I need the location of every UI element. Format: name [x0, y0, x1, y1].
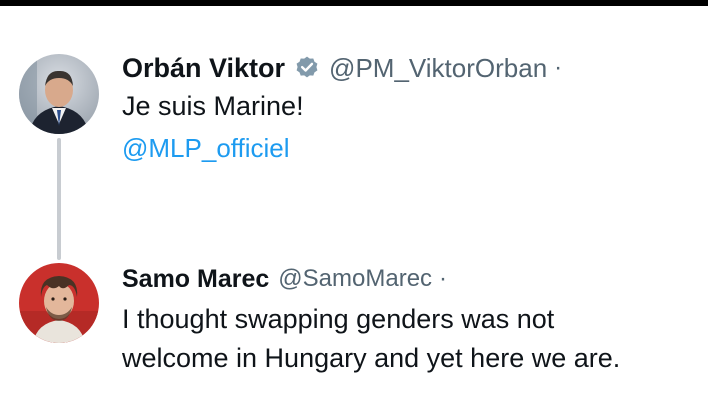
screenshot-frame: Orbán Viktor @PM_ViktorOrban · Je suis M…: [0, 0, 708, 416]
avatar-image: [19, 54, 99, 134]
avatar-samo-marec[interactable]: [19, 263, 99, 343]
display-name[interactable]: Samo Marec: [122, 265, 269, 294]
mention-link[interactable]: @MLP_officiel: [122, 133, 290, 164]
top-border: [0, 0, 708, 6]
tweet-2-text: I thought swapping genders was not welco…: [122, 300, 620, 378]
user-handle[interactable]: @SamoMarec: [278, 265, 432, 293]
tweet-2-header: Samo Marec @SamoMarec ·: [122, 262, 447, 296]
avatar-image: [19, 263, 99, 343]
tweet-2-text-line-1: I thought swapping genders was not: [122, 304, 555, 334]
separator-dot: ·: [439, 265, 448, 292]
display-name[interactable]: Orbán Viktor: [122, 53, 285, 84]
separator-dot: ·: [554, 54, 563, 81]
tweet-1-text: Je suis Marine!: [122, 91, 304, 121]
thread-connector-line: [57, 138, 61, 260]
tweet-1-header: Orbán Viktor @PM_ViktorOrban ·: [122, 50, 562, 86]
user-handle[interactable]: @PM_ViktorOrban: [329, 53, 547, 84]
verified-badge-icon: [294, 55, 320, 81]
avatar-orban[interactable]: [19, 54, 99, 134]
tweet-2-text-line-2: welcome in Hungary and yet here we are.: [122, 343, 621, 373]
